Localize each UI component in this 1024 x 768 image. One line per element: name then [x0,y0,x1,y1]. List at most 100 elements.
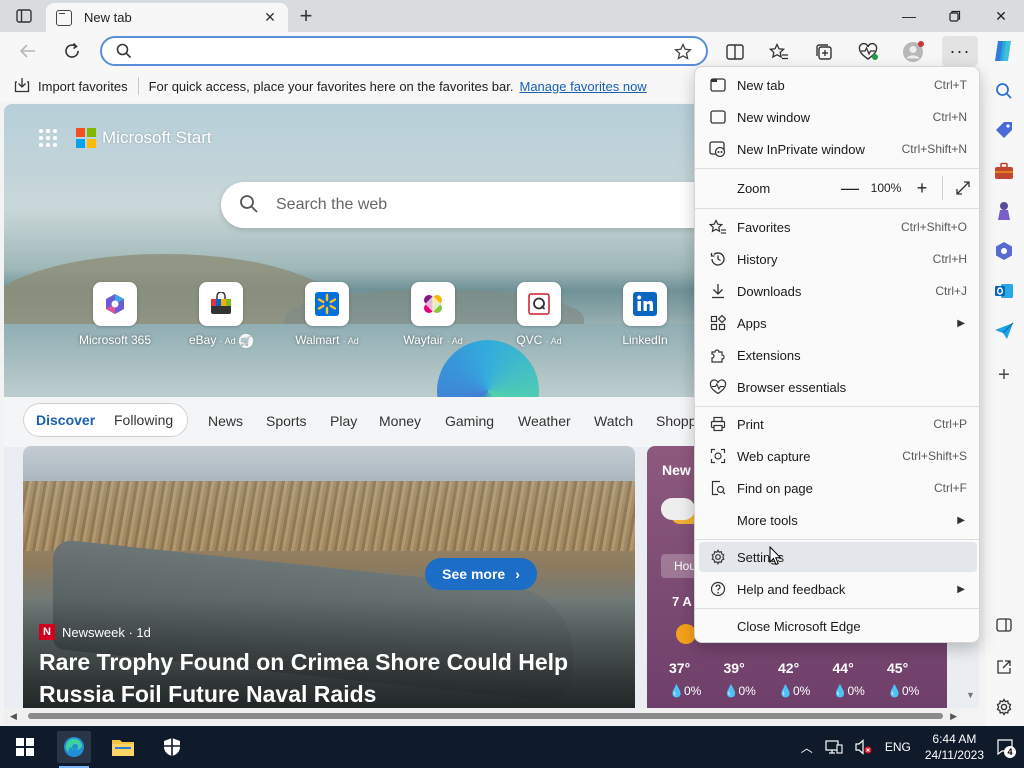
quick-link-ebay[interactable]: eBay · Ad 🛒 [176,282,266,348]
quick-link-linkedin[interactable]: LinkedIn [600,282,690,347]
sidebar-outlook-button[interactable] [991,278,1017,304]
sidebar-shopping-button[interactable] [991,118,1017,144]
menu-item-web-capture[interactable]: Web capture Ctrl+Shift+S [699,441,977,471]
zoom-in-button[interactable]: + [908,174,936,202]
horizontal-scrollbar[interactable]: ◀ ▶ [4,708,959,724]
tab-weather[interactable]: Weather [518,405,571,437]
quick-link-label: LinkedIn [622,333,668,347]
menu-item-shortcut: Ctrl+Shift+N [901,142,967,156]
tab-actions-button[interactable] [10,6,38,26]
close-window-button[interactable]: ✕ [978,0,1024,32]
sidebar-drop-button[interactable] [991,318,1017,344]
menu-item-find-on-page[interactable]: Find on page Ctrl+F [699,473,977,503]
taskbar-file-explorer[interactable] [106,731,140,763]
tab-gaming[interactable]: Gaming [445,405,494,437]
sidebar-search-button[interactable] [991,78,1017,104]
microsoft-start-brand[interactable]: Microsoft Start [102,128,212,148]
web-capture-icon [708,446,728,466]
hour-precip: 0% [683,684,702,698]
tab-news[interactable]: News [208,405,243,437]
menu-item-favorites[interactable]: Favorites Ctrl+Shift+O [699,212,977,242]
menu-item-new-window[interactable]: New window Ctrl+N [699,102,977,132]
back-button[interactable] [14,38,42,64]
search-icon [116,43,132,62]
taskbar-clock[interactable]: 6:44 AM 24/11/2023 [925,731,984,763]
quick-link-qvc[interactable]: QVC · Ad [494,282,584,347]
favorites-button[interactable] [768,41,790,63]
hour-forecast: 42° 💧0% [778,660,833,698]
tab-sports[interactable]: Sports [266,405,306,437]
sidebar-settings-button[interactable] [991,694,1017,720]
zoom-out-button[interactable]: — [836,174,864,202]
tab-discover[interactable]: Discover [36,412,95,428]
network-icon[interactable] [825,739,843,755]
hour-precip: 0% [847,684,865,698]
tab-close-icon[interactable]: ✕ [262,9,278,26]
taskbar-security[interactable] [155,731,189,763]
linkedin-icon [623,282,667,326]
fullscreen-button[interactable] [949,174,977,202]
hour-temp: 37° [669,660,691,676]
sidebar-open-external-button[interactable] [991,654,1017,680]
paper-plane-icon [995,322,1014,339]
start-button[interactable] [8,731,42,763]
sidebar-tools-button[interactable] [991,158,1017,184]
quick-link-walmart[interactable]: Walmart · Ad [282,282,372,347]
tab-shopping[interactable]: Shopp [656,405,696,437]
menu-item-extensions[interactable]: Extensions [699,340,977,370]
sidebar-microsoft-365-button[interactable] [991,238,1017,264]
menu-item-downloads[interactable]: Downloads Ctrl+J [699,276,977,306]
taskbar-edge[interactable] [57,731,91,768]
manage-favorites-link[interactable]: Manage favorites now [520,79,647,94]
scroll-right-arrow-icon[interactable]: ▶ [950,711,957,722]
new-tab-button[interactable]: + [294,3,318,28]
action-center-button[interactable]: 4 [992,734,1018,760]
quick-link-microsoft-365[interactable]: Microsoft 365 [70,282,160,347]
plus-icon: + [998,363,1010,386]
tab-following[interactable]: Following [114,412,173,428]
quick-link-wayfair[interactable]: Wayfair · Ad [388,282,478,347]
news-headline[interactable]: Rare Trophy Found on Crimea Shore Could … [39,646,599,708]
tab-watch[interactable]: Watch [594,405,633,437]
web-search-box[interactable]: Search the web [221,182,741,228]
scroll-down-arrow-icon[interactable]: ▼ [966,690,975,700]
browser-essentials-button[interactable] [857,41,879,63]
menu-item-settings[interactable]: Settings [699,542,977,572]
tab-play[interactable]: Play [330,405,357,437]
settings-and-more-button[interactable]: ··· [942,36,978,66]
sidebar-games-button[interactable] [991,198,1017,224]
copilot-button[interactable] [991,39,1015,63]
menu-item-help-and-feedback[interactable]: Help and feedback ▶ [699,574,977,604]
sidebar-add-button[interactable]: + [991,362,1017,388]
menu-item-close-edge[interactable]: Close Microsoft Edge [699,611,977,641]
restore-button[interactable] [932,0,978,32]
menu-item-new-tab[interactable]: New tab Ctrl+T [699,70,977,100]
input-language[interactable]: ENG [885,740,911,754]
app-launcher-button[interactable] [38,128,58,151]
minimize-button[interactable]: — [886,0,932,32]
tab-new-tab[interactable]: New tab ✕ [46,3,288,32]
show-hidden-icons-button[interactable]: ︿ [801,739,813,756]
collections-button[interactable] [813,41,835,63]
news-card[interactable]: N Newsweek · 1d Rare Trophy Found on Cri… [23,446,635,708]
add-favorite-star-icon[interactable] [674,42,692,64]
profile-button[interactable] [902,41,924,63]
sidebar-hide-button[interactable] [991,612,1017,638]
menu-item-new-inprivate-window[interactable]: New InPrivate window Ctrl+Shift+N [699,134,977,164]
expand-diagonal-icon [956,181,970,195]
menu-item-browser-essentials[interactable]: Browser essentials [699,372,977,402]
address-bar[interactable] [100,36,708,66]
horizontal-scroll-thumb[interactable] [28,713,943,719]
see-more-button[interactable]: See more › [425,558,537,590]
tab-money[interactable]: Money [379,405,421,437]
volume-muted-icon[interactable] [855,739,873,755]
menu-item-apps[interactable]: Apps ▶ [699,308,977,338]
menu-item-more-tools[interactable]: More tools ▶ [699,505,977,535]
refresh-button[interactable] [58,38,86,64]
import-favorites-button[interactable]: Import favorites [14,77,128,96]
scroll-left-arrow-icon[interactable]: ◀ [10,711,17,722]
menu-item-label: New window [737,109,810,125]
split-screen-button[interactable] [724,41,746,63]
menu-item-print[interactable]: Print Ctrl+P [699,409,977,439]
menu-item-history[interactable]: History Ctrl+H [699,244,977,274]
